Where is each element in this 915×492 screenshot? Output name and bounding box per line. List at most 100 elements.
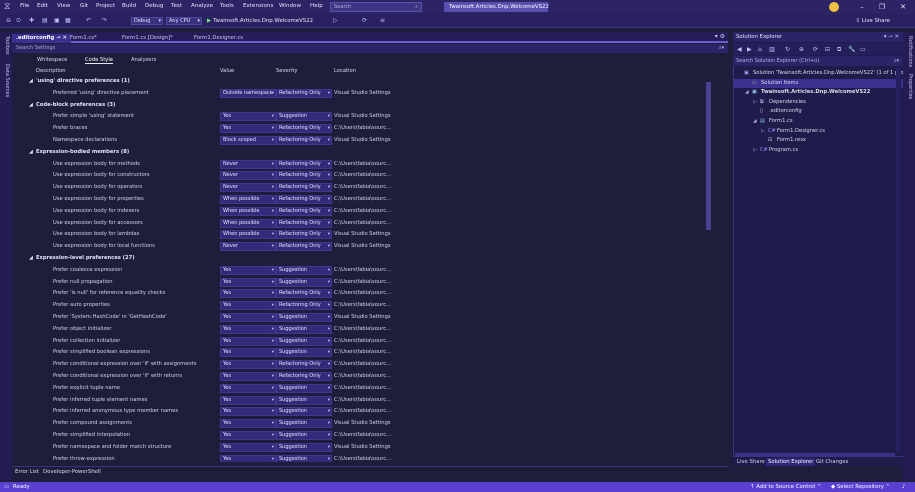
settings-row[interactable]: Prefer inferred anonymous type member na… [12,406,704,418]
expand-icon[interactable]: ▷ [753,98,757,107]
severity-select[interactable]: Suggestion ▾ [276,277,332,287]
settings-row[interactable]: Use expression body for lambdas When poss… [12,229,704,241]
settings-row[interactable]: Use expression body for properties When p… [12,194,704,206]
settings-row[interactable]: Use expression body for constructors Neve… [12,170,704,182]
settings-row[interactable]: Use expression body for indexers When pos… [12,206,704,218]
tree-item[interactable]: ▭ Solution Items [733,78,903,89]
data-sources-tab[interactable]: Data Sources [4,64,10,97]
severity-select[interactable]: Refactoring Only ▾ [276,372,332,381]
settings-row[interactable]: Use expression body for accessors When po… [12,218,704,230]
severity-select[interactable]: Suggestion ▾ [276,324,332,334]
severity-select[interactable]: Refactoring Only ▾ [276,301,332,311]
maximize-icon[interactable]: ❐ [875,2,889,12]
panel-options-icon[interactable]: ▾ ⊸ ✕ [884,32,899,42]
refresh-icon[interactable]: ⟳ [813,46,818,54]
severity-select[interactable]: Suggestion ▾ [276,407,332,417]
show-all-files-icon[interactable]: ⧉ [837,46,841,54]
forward-icon[interactable]: ▶ [747,46,752,54]
settings-search-input[interactable]: Search Settings ⌕▾ [12,44,728,53]
navigate-back-icon[interactable]: ⊖ [6,17,11,25]
settings-group-row[interactable]: ◢ Code-block preferences (3) [12,100,704,112]
severity-select[interactable]: Refactoring Only ▾ [276,171,332,181]
settings-row[interactable]: Prefer explicit tuple name Yes ▾ Suggestion… [12,383,704,395]
severity-select[interactable]: Refactoring Only ▾ [276,124,332,134]
menu-debug[interactable]: Debug [145,3,163,9]
tab-form1-designer[interactable]: Form1.Designer.cs [190,34,247,43]
tree-item[interactable]: ▷ ⧉ Dependencies [733,98,903,108]
severity-select[interactable]: Refactoring Only ▾ [276,289,332,299]
tab-overflow-icon[interactable]: ▾ ⚙ [715,33,725,40]
menu-test[interactable]: Test [171,3,182,9]
undo-icon[interactable]: ↶ [86,17,91,25]
tree-item[interactable]: ▯ .editorconfig [733,107,903,117]
severity-select[interactable]: Suggestion ▾ [276,431,332,440]
collapse-caret-icon[interactable]: ◢ [29,102,33,108]
comment-icon[interactable]: ≡ [380,17,385,25]
value-select[interactable]: When possible ▾ [220,218,276,228]
select-repository-button[interactable]: ◆ Select Repository ⌃ [831,482,890,492]
menu-tools[interactable]: Tools [220,3,234,9]
settings-group-row[interactable]: ◢ Expression-bodied members (8) [12,147,704,159]
value-select[interactable]: Yes ▾ [220,419,276,429]
settings-row[interactable]: Prefer 'System.HashCode' in 'GetHashCode… [12,312,704,324]
value-select[interactable]: Block scoped ▾ [220,136,276,145]
settings-row[interactable]: Prefer simple 'using' statement Yes ▾ Sugge… [12,111,704,123]
collapse-icon[interactable]: ◢ [745,88,749,97]
toolbox-tab[interactable]: Toolbox [4,36,10,55]
settings-row[interactable]: Prefer braces Yes ▾ Refactoring Only ▾ C:\Use… [12,123,704,135]
settings-row[interactable]: Prefer compound assignments Yes ▾ Suggestio… [12,418,704,430]
value-select[interactable]: Yes ▾ [220,324,276,334]
tab-error-list[interactable]: Error List [15,469,39,475]
expand-icon[interactable]: ▷ [753,146,757,155]
settings-row[interactable]: Namespace declarations Block scoped ▾ Refac… [12,135,704,147]
value-select[interactable]: Yes ▾ [220,336,276,346]
platform-select[interactable]: Any CPU ▾ [166,17,202,25]
severity-select[interactable]: Refactoring Only ▾ [276,206,332,216]
settings-row[interactable]: Prefer object initializer Yes ▾ Suggestion ▾… [12,324,704,336]
value-select[interactable]: Yes ▾ [220,289,276,299]
tree-item[interactable]: ◢ ▣ Twainsoft.Articles.Dnp.WelcomeVS22 [733,88,903,98]
column-location[interactable]: Location [334,68,356,74]
properties-icon[interactable]: 🔧 [848,46,855,54]
notifications-tab[interactable]: Notifications [907,36,913,67]
value-select[interactable]: Yes ▾ [220,454,276,462]
severity-select[interactable]: Refactoring Only ▾ [276,242,332,252]
collapse-icon[interactable]: ◢ [753,117,757,126]
solution-explorer-scrollbar[interactable] [896,68,901,452]
value-select[interactable]: Outside namespace ▾ [220,88,276,98]
pin-icon[interactable]: ⊸ [56,35,60,41]
menu-extensions[interactable]: Extensions [243,3,273,9]
tree-item[interactable]: ⊡ Form1.resx [733,136,903,146]
tab-code-style[interactable]: Code Style [85,57,113,64]
value-select[interactable]: When possible ▾ [220,206,276,216]
severity-select[interactable]: Refactoring Only ▾ [276,136,332,145]
severity-select[interactable]: Suggestion ▾ [276,265,332,275]
severity-select[interactable]: Refactoring Only ▾ [276,88,332,98]
value-select[interactable]: Yes ▾ [220,313,276,322]
column-severity[interactable]: Severity [276,68,297,74]
settings-row[interactable]: Prefer conditional expression over 'if' … [12,359,704,371]
value-select[interactable]: Yes ▾ [220,124,276,134]
menu-edit[interactable]: Edit [37,3,48,9]
settings-row[interactable]: Prefer simplified interpolation Yes ▾ Sugge… [12,430,704,442]
value-select[interactable]: Never ▾ [220,183,276,193]
value-select[interactable]: When possible ▾ [220,230,276,240]
severity-select[interactable]: Refactoring Only ▾ [276,183,332,193]
value-select[interactable]: Yes ▾ [220,360,276,370]
expand-icon[interactable]: ▷ [761,127,765,136]
tab-developer-powershell[interactable]: Developer-PowerShell [43,469,101,475]
tree-item[interactable]: ◢ ▤ Form1.cs [733,117,903,127]
search-input[interactable]: Search ⌕ [330,2,422,12]
severity-select[interactable]: Refactoring Only ▾ [276,218,332,228]
value-select[interactable]: Yes ▾ [220,112,276,122]
notification-bell-icon[interactable]: ♪ [902,482,905,492]
collapse-all-icon[interactable]: ⊟ [825,46,830,54]
severity-select[interactable]: Suggestion ▾ [276,313,332,322]
tab-solution-explorer[interactable]: Solution Explorer [766,458,816,466]
value-select[interactable]: Yes ▾ [220,442,276,452]
value-select[interactable]: Yes ▾ [220,301,276,311]
tab-editorconfig[interactable]: .editorconfig ⊸ ✕ [12,34,71,43]
settings-row[interactable]: Use expression body for methods Never ▾ Ref… [12,159,704,171]
severity-select[interactable]: Refactoring Only ▾ [276,230,332,240]
settings-group-row[interactable]: ◢'using' directive preferences (1) [12,76,704,88]
